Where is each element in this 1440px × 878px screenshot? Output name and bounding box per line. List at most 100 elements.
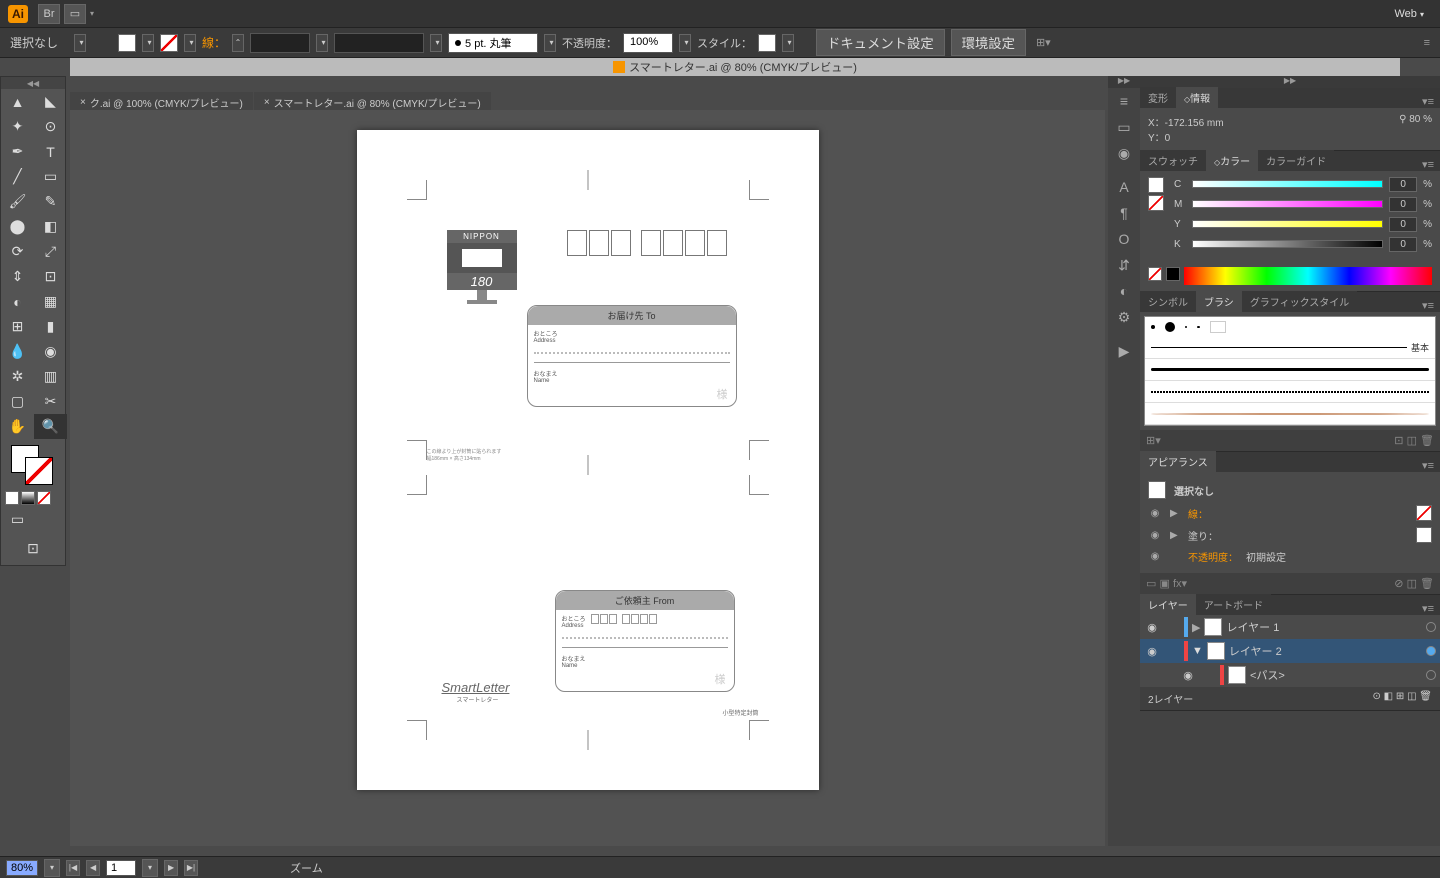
type-tool[interactable]: T: [34, 139, 67, 164]
bg-swatch[interactable]: [1148, 195, 1164, 211]
artboard-tool[interactable]: ▢: [1, 389, 34, 414]
rectangle-tool[interactable]: ▭: [34, 164, 67, 189]
profile-field[interactable]: [334, 33, 424, 53]
symbol-sprayer-tool[interactable]: ✲: [1, 364, 34, 389]
y-slider[interactable]: [1192, 220, 1383, 230]
zoom-dd[interactable]: ▾: [44, 859, 60, 877]
first-artboard[interactable]: |◀: [66, 860, 80, 876]
brush-row[interactable]: [1145, 359, 1435, 381]
k-slider[interactable]: [1192, 240, 1383, 250]
dup-icon[interactable]: ◫: [1407, 578, 1417, 590]
artboard-dd[interactable]: ▾: [142, 859, 158, 877]
spectrum-picker[interactable]: [1184, 267, 1432, 285]
hand-tool[interactable]: ✋: [1, 414, 34, 439]
style-swatch[interactable]: [758, 34, 776, 52]
new-stroke-icon[interactable]: ▭: [1146, 578, 1156, 590]
canvas[interactable]: NIPPON 180 お届け先 To おところ Address おなまえ Nam…: [70, 110, 1105, 846]
fill-swatch[interactable]: [118, 34, 136, 52]
tab-info[interactable]: ◇情報: [1176, 87, 1218, 108]
c-slider[interactable]: [1192, 180, 1383, 190]
stroke-field-dd[interactable]: [316, 34, 328, 52]
tab-transform[interactable]: 変形: [1140, 87, 1176, 108]
close-icon[interactable]: ×: [80, 97, 86, 108]
new-brush-icon[interactable]: ◫: [1407, 435, 1417, 447]
graph-tool[interactable]: ▥: [34, 364, 67, 389]
appear-row-opacity[interactable]: ◉不透明度：初期設定: [1148, 546, 1432, 567]
panel-menu-icon[interactable]: ▾≡: [1416, 95, 1440, 108]
pen-tool[interactable]: ✒: [1, 139, 34, 164]
panel-menu-icon[interactable]: ▾≡: [1416, 158, 1440, 171]
brush-row[interactable]: [1145, 317, 1435, 337]
tab-swatch[interactable]: スウォッチ: [1140, 150, 1206, 171]
dock-icon[interactable]: ≡: [1108, 88, 1140, 114]
close-icon[interactable]: ×: [264, 97, 270, 108]
opacity-dd[interactable]: [679, 34, 691, 52]
direct-selection-tool[interactable]: ◣: [34, 89, 67, 114]
tab-colorguide[interactable]: カラーガイド: [1258, 150, 1334, 171]
free-transform-tool[interactable]: ⊡: [34, 264, 67, 289]
dock-icon[interactable]: ◐: [1108, 278, 1140, 304]
perspective-tool[interactable]: ▦: [34, 289, 67, 314]
visibility-icon[interactable]: ◉: [1180, 669, 1196, 682]
dock-collapse[interactable]: ▶▶: [1108, 76, 1140, 88]
layer-row[interactable]: ◉ ▼ レイヤー 2: [1140, 639, 1440, 663]
brush-field[interactable]: 5 pt. 丸筆: [448, 33, 538, 53]
tab-artboards[interactable]: アートボード: [1196, 594, 1271, 615]
workspace-dropdown[interactable]: Web ▾: [1387, 6, 1433, 22]
stroke-weight-dd[interactable]: ⌃: [232, 34, 244, 52]
trash-icon[interactable]: 🗑: [1420, 578, 1434, 590]
pencil-tool[interactable]: ✎: [34, 189, 67, 214]
align-icon[interactable]: ⊞▾: [1036, 36, 1051, 49]
selection-dd[interactable]: [74, 34, 86, 52]
brush-dd[interactable]: [544, 34, 556, 52]
paintbrush-tool[interactable]: 🖌: [1, 189, 34, 214]
tab-symbol[interactable]: シンボル: [1140, 291, 1196, 312]
visibility-icon[interactable]: ◉: [1144, 645, 1160, 658]
mask-icon[interactable]: ◧: [1384, 691, 1393, 702]
black-swatch[interactable]: [1166, 267, 1180, 281]
gradient-tool[interactable]: ▮: [34, 314, 67, 339]
blend-tool[interactable]: ◉: [34, 339, 67, 364]
dock-icon[interactable]: ▭: [1108, 114, 1140, 140]
color-picker[interactable]: [1, 439, 65, 489]
screen-mode-full[interactable]: [34, 507, 67, 532]
magic-wand-tool[interactable]: ✦: [1, 114, 34, 139]
selection-tool[interactable]: ▲: [1, 89, 34, 114]
bridge-icon[interactable]: Br: [38, 4, 60, 24]
rotate-tool[interactable]: ⟳: [1, 239, 34, 264]
dock-icon[interactable]: ¶: [1108, 200, 1140, 226]
dock-icon[interactable]: ◉: [1108, 140, 1140, 166]
layer-row[interactable]: ◉ ▶ レイヤー 1: [1140, 615, 1440, 639]
panel-menu-icon[interactable]: ≡: [1424, 37, 1430, 49]
m-slider[interactable]: [1192, 200, 1383, 210]
screen-mode-normal[interactable]: ▭: [1, 507, 34, 532]
eyedropper-tool[interactable]: 💧: [1, 339, 34, 364]
blob-brush-tool[interactable]: ⬤: [1, 214, 34, 239]
color-mode-solid[interactable]: [5, 491, 19, 505]
dock-icon[interactable]: O: [1108, 226, 1140, 252]
preferences-button[interactable]: 環境設定: [951, 29, 1026, 56]
last-artboard[interactable]: ▶|: [184, 860, 198, 876]
new-layer-icon[interactable]: ◫: [1407, 691, 1416, 702]
color-mode-gradient[interactable]: [21, 491, 35, 505]
tab-layers[interactable]: レイヤー: [1140, 594, 1196, 615]
tab-color[interactable]: ◇カラー: [1206, 150, 1258, 171]
background-color[interactable]: [25, 457, 53, 485]
tab-gstyle[interactable]: グラフィックスタイル: [1242, 291, 1358, 312]
stroke-field[interactable]: [250, 33, 310, 53]
fg-swatch[interactable]: [1148, 177, 1164, 193]
line-tool[interactable]: ╱: [1, 164, 34, 189]
layer-row[interactable]: ◉ <パス>: [1140, 663, 1440, 687]
lasso-tool[interactable]: ⊙: [34, 114, 67, 139]
brush-lib-icon[interactable]: ⊞▾: [1146, 434, 1161, 447]
arrange-icon[interactable]: ▭: [64, 4, 86, 24]
panel-menu-icon[interactable]: ▾≡: [1416, 299, 1440, 312]
panel-menu-icon[interactable]: ▾≡: [1416, 602, 1440, 615]
artboard-num[interactable]: 1: [106, 860, 136, 876]
dock-icon[interactable]: A: [1108, 174, 1140, 200]
stroke-dd[interactable]: [184, 34, 196, 52]
new-fill-icon[interactable]: ▣: [1159, 578, 1169, 590]
dock-icon[interactable]: ⚙: [1108, 304, 1140, 330]
trash-icon[interactable]: 🗑: [1420, 435, 1434, 447]
sublayer-icon[interactable]: ⊞: [1396, 691, 1404, 702]
